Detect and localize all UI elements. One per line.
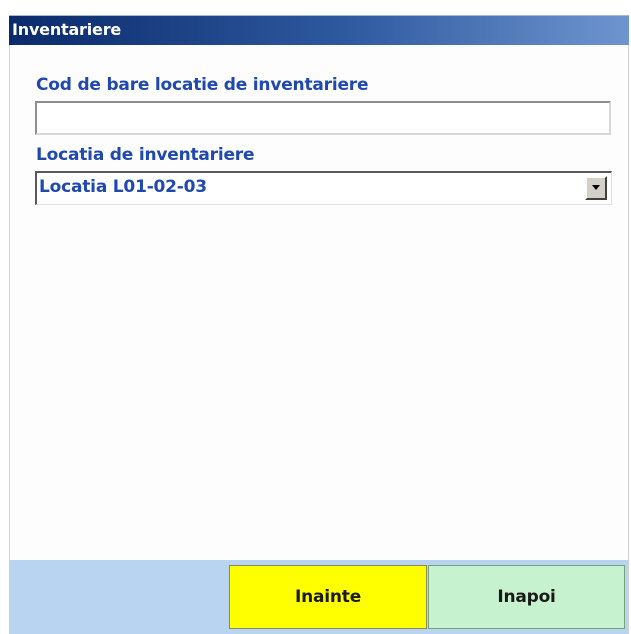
location-label: Locatia de inventariere — [36, 145, 255, 165]
title-bar: Inventariere — [9, 15, 629, 45]
barcode-label: Cod de bare locatie de inventariere — [36, 75, 369, 95]
action-bar: Inainte Inapoi — [9, 560, 629, 634]
barcode-input[interactable] — [35, 101, 611, 135]
location-select[interactable]: Locatia L01-02-03 — [35, 171, 612, 205]
form-panel: Cod de bare locatie de inventariere Loca… — [9, 45, 629, 560]
window-title: Inventariere — [12, 20, 122, 39]
chevron-down-icon — [592, 185, 600, 190]
inventory-screen: Inventariere Cod de bare locatie de inve… — [0, 0, 631, 634]
back-button[interactable]: Inapoi — [428, 565, 625, 629]
next-button[interactable]: Inainte — [229, 565, 427, 629]
dropdown-button[interactable] — [585, 176, 607, 200]
location-selected-value: Locatia L01-02-03 — [39, 177, 207, 197]
